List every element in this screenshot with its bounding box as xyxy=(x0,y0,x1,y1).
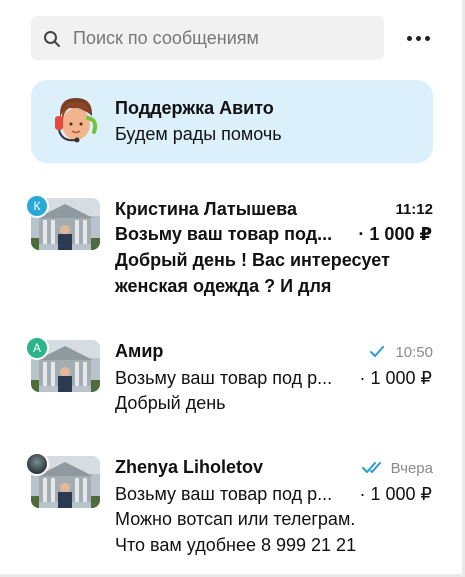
chat-topic: Возьму ваш товар под р... xyxy=(115,368,333,388)
support-card[interactable]: Поддержка Авито Будем рады помочь xyxy=(31,80,433,163)
support-title: Поддержка Авито xyxy=(115,98,274,118)
chat-name: Zhenya Liholetov xyxy=(115,457,264,477)
chat-item[interactable]: К Кристина Латышева 11:12 Возьму ваш тов… xyxy=(0,190,460,300)
single-check-icon xyxy=(370,346,384,357)
chat-message-line: Добрый день ! Вас интересует xyxy=(115,250,390,270)
search-input[interactable]: Поиск по сообщениям xyxy=(31,16,384,60)
chat-message: Добрый день ! Вас интересует женская оде… xyxy=(115,247,435,299)
chat-item[interactable]: А Амир 10:50 Возьму ваш товар под р... ·… xyxy=(0,332,460,422)
chat-name: Амир xyxy=(115,341,164,361)
chat-time: 11:12 xyxy=(395,201,433,218)
chat-item[interactable]: Zhenya Liholetov Вчера Возьму ваш товар … xyxy=(0,448,460,558)
chat-topic: Возьму ваш товар под... xyxy=(115,224,333,244)
chat-price: · 1 000 ₽ xyxy=(358,224,432,244)
chat-message-line: Что вам удобнее 8 999 21 21 xyxy=(115,535,357,555)
chat-time: Вчера xyxy=(390,460,433,477)
chat-price: · 1 000 ₽ xyxy=(359,484,433,504)
chat-topic: Возьму ваш товар под р... xyxy=(115,484,333,504)
avatar-badge: А xyxy=(25,336,49,360)
chat-message-line: Можно вотсап или телеграм. xyxy=(115,509,356,529)
search-icon xyxy=(44,31,60,47)
chat-message-line: женская одежда ? И для xyxy=(115,276,332,296)
chat-message-line: Добрый день xyxy=(115,393,226,413)
support-agent-icon xyxy=(55,98,98,143)
support-subtitle: Будем рады помочь xyxy=(115,124,282,144)
double-check-icon xyxy=(362,462,381,473)
avatar-photo xyxy=(25,452,49,476)
search-placeholder: Поиск по сообщениям xyxy=(73,28,259,48)
chat-price: · 1 000 ₽ xyxy=(359,368,433,388)
chat-message: Добрый день xyxy=(115,390,435,416)
more-dots-icon[interactable] xyxy=(404,28,434,48)
chat-time: 10:50 xyxy=(395,344,433,361)
avatar-badge: К xyxy=(25,194,49,218)
chat-message: Можно вотсап или телеграм. Что вам удобн… xyxy=(115,506,435,558)
chat-name: Кристина Латышева xyxy=(115,199,297,219)
